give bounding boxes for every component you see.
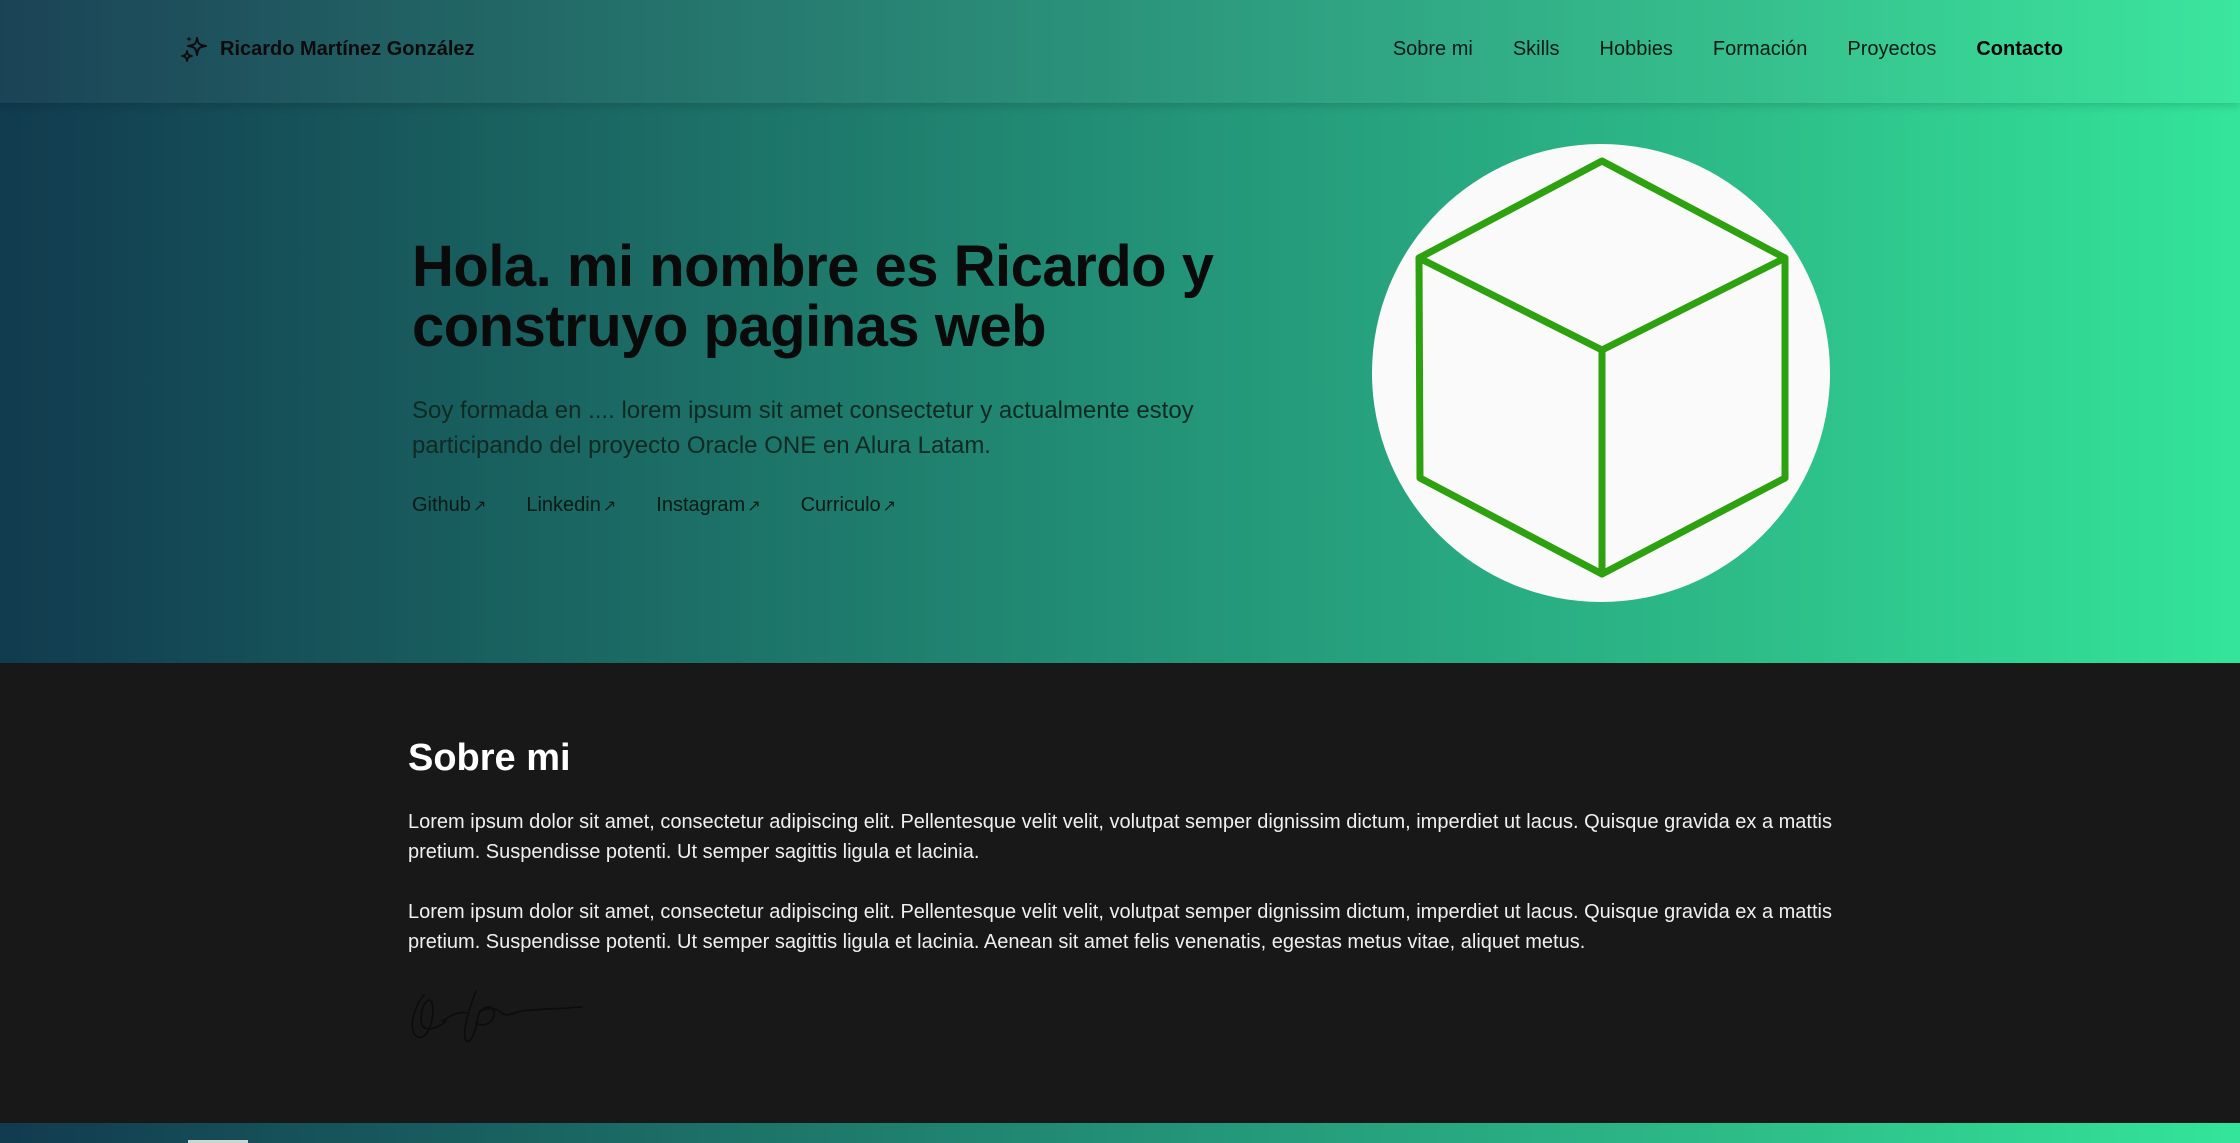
about-paragraph-2: Lorem ipsum dolor sit amet, consectetur … [408,901,1832,953]
hero-subtitle: Soy formada en .... lorem ipsum sit amet… [412,397,1194,459]
instagram-link[interactable]: Instagram ↗ [656,494,760,517]
instagram-link-label: Instagram [656,494,746,516]
curriculo-link[interactable]: Curriculo ↗ [801,494,896,517]
curriculo-link-label: Curriculo [800,494,881,516]
arrow-up-right-icon: ↗ [472,497,487,515]
cube-icon [1415,157,1789,578]
about-title: Sobre mi [408,737,571,779]
about-paragraph-1: Lorem ipsum dolor sit amet, consectetur … [408,811,1832,863]
arrow-up-right-icon: ↗ [602,497,617,515]
about-section: Sobre mi Lorem ipsum dolor sit amet, con… [0,663,2240,1123]
github-link[interactable]: Github ↗ [412,494,486,517]
nav-hobbies[interactable]: Hobbies [1600,38,1673,61]
site-header: Ricardo Martínez González Sobre mi Skill… [0,0,2240,103]
footer-strip [0,1123,2240,1143]
brand[interactable]: Ricardo Martínez González [180,32,475,66]
signature-image [411,990,583,1043]
arrow-up-right-icon: ↗ [747,497,761,515]
main-nav: Sobre mi Skills Hobbies Formación Proyec… [1353,32,2063,66]
hero-text: Hola. mi nombre es Ricardo y construyo p… [412,237,1312,463]
nav-skills[interactable]: Skills [1513,38,1560,61]
nav-sobre-mi[interactable]: Sobre mi [1393,38,1473,61]
profile-image [1372,144,1830,602]
nav-formacion[interactable]: Formación [1713,38,1807,61]
hero-title: Hola. mi nombre es Ricardo y construyo p… [412,234,1214,359]
arrow-up-right-icon: ↗ [882,497,897,515]
brand-name: Ricardo Martínez González [220,37,475,60]
hero-section: Ricardo Martínez González Sobre mi Skill… [0,0,2240,663]
github-link-label: Github [412,494,471,516]
linkedin-link-label: Linkedin [526,494,601,516]
nav-proyectos[interactable]: Proyectos [1847,38,1936,61]
sparkles-icon [181,36,207,62]
linkedin-link[interactable]: Linkedin ↗ [526,494,616,517]
social-links: Github ↗ Linkedin ↗ Instagram ↗ Curricul… [412,494,936,517]
nav-contacto[interactable]: Contacto [1976,38,2063,61]
